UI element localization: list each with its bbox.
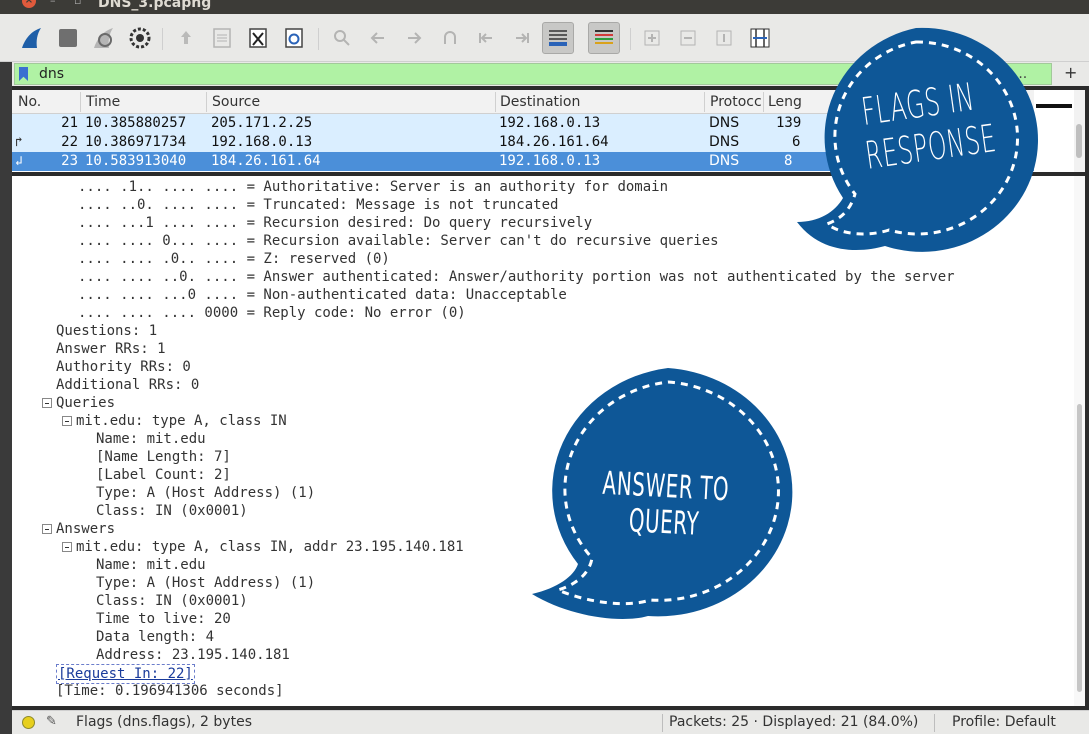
title-bar: × – ▫ DNS_3.pcapng (0, 0, 1089, 14)
dns-count-line[interactable]: Authority RRs: 0 (56, 358, 191, 376)
flag-line[interactable]: .... ...1 .... .... = Recursion desired:… (78, 214, 592, 232)
zoom-out-icon[interactable] (674, 24, 702, 52)
packet-no: 22 (61, 134, 78, 150)
dns-count-line[interactable]: Questions: 1 (56, 322, 157, 340)
normal-size-icon[interactable] (710, 24, 738, 52)
request-in-link[interactable]: [Request In: 22] (56, 664, 195, 684)
packet-time: 10.386971734 (85, 134, 187, 150)
packet-length: 8 (784, 153, 793, 169)
reload-icon[interactable] (280, 24, 308, 52)
details-scrollbar[interactable] (1074, 176, 1085, 706)
column-header-time[interactable]: Time (86, 94, 204, 110)
packet-time: 10.385880257 (85, 115, 187, 131)
restart-fin-icon[interactable] (90, 24, 118, 52)
flag-line[interactable]: .... .1.. .... .... = Authoritative: Ser… (78, 178, 668, 196)
query-field-line[interactable]: Class: IN (0x0001) (96, 502, 248, 520)
packet-destination: 184.26.161.64 (499, 134, 609, 150)
packet-source: 184.26.161.64 (211, 153, 321, 169)
status-profile[interactable]: Profile: Default (952, 714, 1056, 730)
flag-line[interactable]: .... .... ...0 .... = Non-authenticated … (78, 286, 567, 304)
flag-line[interactable]: .... .... 0... .... = Recursion availabl… (78, 232, 719, 250)
colorize-icon[interactable] (588, 22, 620, 54)
minimize-window-button[interactable]: – (50, 0, 56, 7)
query-field-line[interactable]: [Name Length: 7] (96, 448, 231, 466)
packet-protocol: DNS (709, 134, 740, 150)
zoom-in-icon[interactable] (638, 24, 666, 52)
packet-time: 10.583913040 (85, 153, 187, 169)
expert-info-icon[interactable] (22, 716, 35, 729)
first-packet-icon[interactable] (472, 24, 500, 52)
status-packet-count: Packets: 25 · Displayed: 21 (84.0%) (669, 714, 919, 730)
go-forward-icon[interactable] (400, 24, 428, 52)
packet-protocol: DNS (709, 115, 740, 131)
packet-source: 192.168.0.13 (211, 134, 313, 150)
response-time-line: [Time: 0.196941306 seconds] (56, 683, 284, 699)
window-title: DNS_3.pcapng (98, 0, 212, 11)
resize-columns-icon[interactable] (746, 24, 774, 52)
answers-node[interactable]: Answers (56, 520, 115, 538)
flags-in-response-label: Flags in response (858, 74, 999, 178)
dns-count-line[interactable]: Answer RRs: 1 (56, 340, 166, 358)
answer-entry-node[interactable]: mit.edu: type A, class IN, addr 23.195.1… (76, 538, 464, 556)
flag-line[interactable]: .... .... ..0. .... = Answer authenticat… (78, 268, 955, 286)
answer-field-line[interactable]: Data length: 4 (96, 628, 214, 646)
packet-no: 21 (61, 115, 78, 131)
toolbar-separator (318, 28, 319, 50)
add-filter-button[interactable]: + (1064, 63, 1077, 82)
flag-line[interactable]: .... ..0. .... .... = Truncated: Message… (78, 196, 558, 214)
packet-protocol: DNS (709, 153, 740, 169)
stop-square-icon[interactable] (54, 24, 82, 52)
packet-minimap[interactable] (1036, 90, 1072, 172)
collapse-toggle-icon[interactable] (62, 542, 72, 552)
queries-node[interactable]: Queries (56, 394, 115, 412)
query-field-line[interactable]: [Label Count: 2] (96, 466, 231, 484)
dns-count-line[interactable]: Additional RRs: 0 (56, 376, 199, 394)
collapse-toggle-icon[interactable] (42, 398, 52, 408)
query-field-line[interactable]: Type: A (Host Address) (1) (96, 484, 315, 502)
go-to-packet-icon[interactable] (436, 24, 464, 52)
column-header-no[interactable]: No. (18, 94, 78, 110)
search-icon[interactable] (328, 24, 356, 52)
save-file-icon[interactable] (208, 24, 236, 52)
maximize-window-button[interactable]: ▫ (74, 0, 81, 7)
answer-to-query-label: Answer to query (601, 463, 731, 543)
packet-source: 205.171.2.25 (211, 115, 313, 131)
column-header-destination[interactable]: Destination (500, 94, 700, 110)
query-field-line[interactable]: Name: mit.edu (96, 430, 206, 448)
collapse-toggle-icon[interactable] (42, 524, 52, 534)
close-file-icon[interactable] (244, 24, 272, 52)
toolbar-separator (630, 28, 631, 50)
toolbar-separator (162, 28, 163, 50)
answer-field-line[interactable]: Class: IN (0x0001) (96, 592, 248, 610)
status-bar: ✎ Flags (dns.flags), 2 bytes Packets: 25… (12, 710, 1089, 734)
column-header-protocol[interactable]: Protocc (710, 94, 762, 110)
query-entry-node[interactable]: mit.edu: type A, class IN (76, 412, 287, 430)
autoscroll-icon[interactable] (542, 22, 574, 54)
shark-fin-icon[interactable] (18, 24, 46, 52)
packet-destination: 192.168.0.13 (499, 153, 601, 169)
collapse-toggle-icon[interactable] (62, 416, 72, 426)
go-back-icon[interactable] (364, 24, 392, 52)
answer-field-line[interactable]: Name: mit.edu (96, 556, 206, 574)
filter-bookmark-icon[interactable] (19, 67, 28, 81)
flag-line[interactable]: .... .... .0.. .... = Z: reserved (0) (78, 250, 390, 268)
window-left-edge (0, 62, 12, 734)
packet-destination: 192.168.0.13 (499, 115, 601, 131)
packet-list-scrollbar[interactable] (1074, 90, 1085, 172)
packet-no: 23 (61, 153, 78, 169)
close-window-button[interactable]: × (22, 0, 36, 8)
column-header-source[interactable]: Source (212, 94, 492, 110)
answer-field-line[interactable]: Type: A (Host Address) (1) (96, 574, 315, 592)
status-field-info: Flags (dns.flags), 2 bytes (76, 714, 252, 730)
gear-options-icon[interactable] (126, 24, 154, 52)
answer-field-line[interactable]: Time to live: 20 (96, 610, 231, 628)
capture-comment-icon[interactable]: ✎ (46, 714, 57, 729)
flag-line[interactable]: .... .... .... 0000 = Reply code: No err… (78, 304, 466, 322)
display-filter-value[interactable]: dns (39, 66, 64, 82)
last-packet-icon[interactable] (508, 24, 536, 52)
open-file-icon[interactable] (172, 24, 200, 52)
answer-field-line[interactable]: Address: 23.195.140.181 (96, 646, 290, 664)
